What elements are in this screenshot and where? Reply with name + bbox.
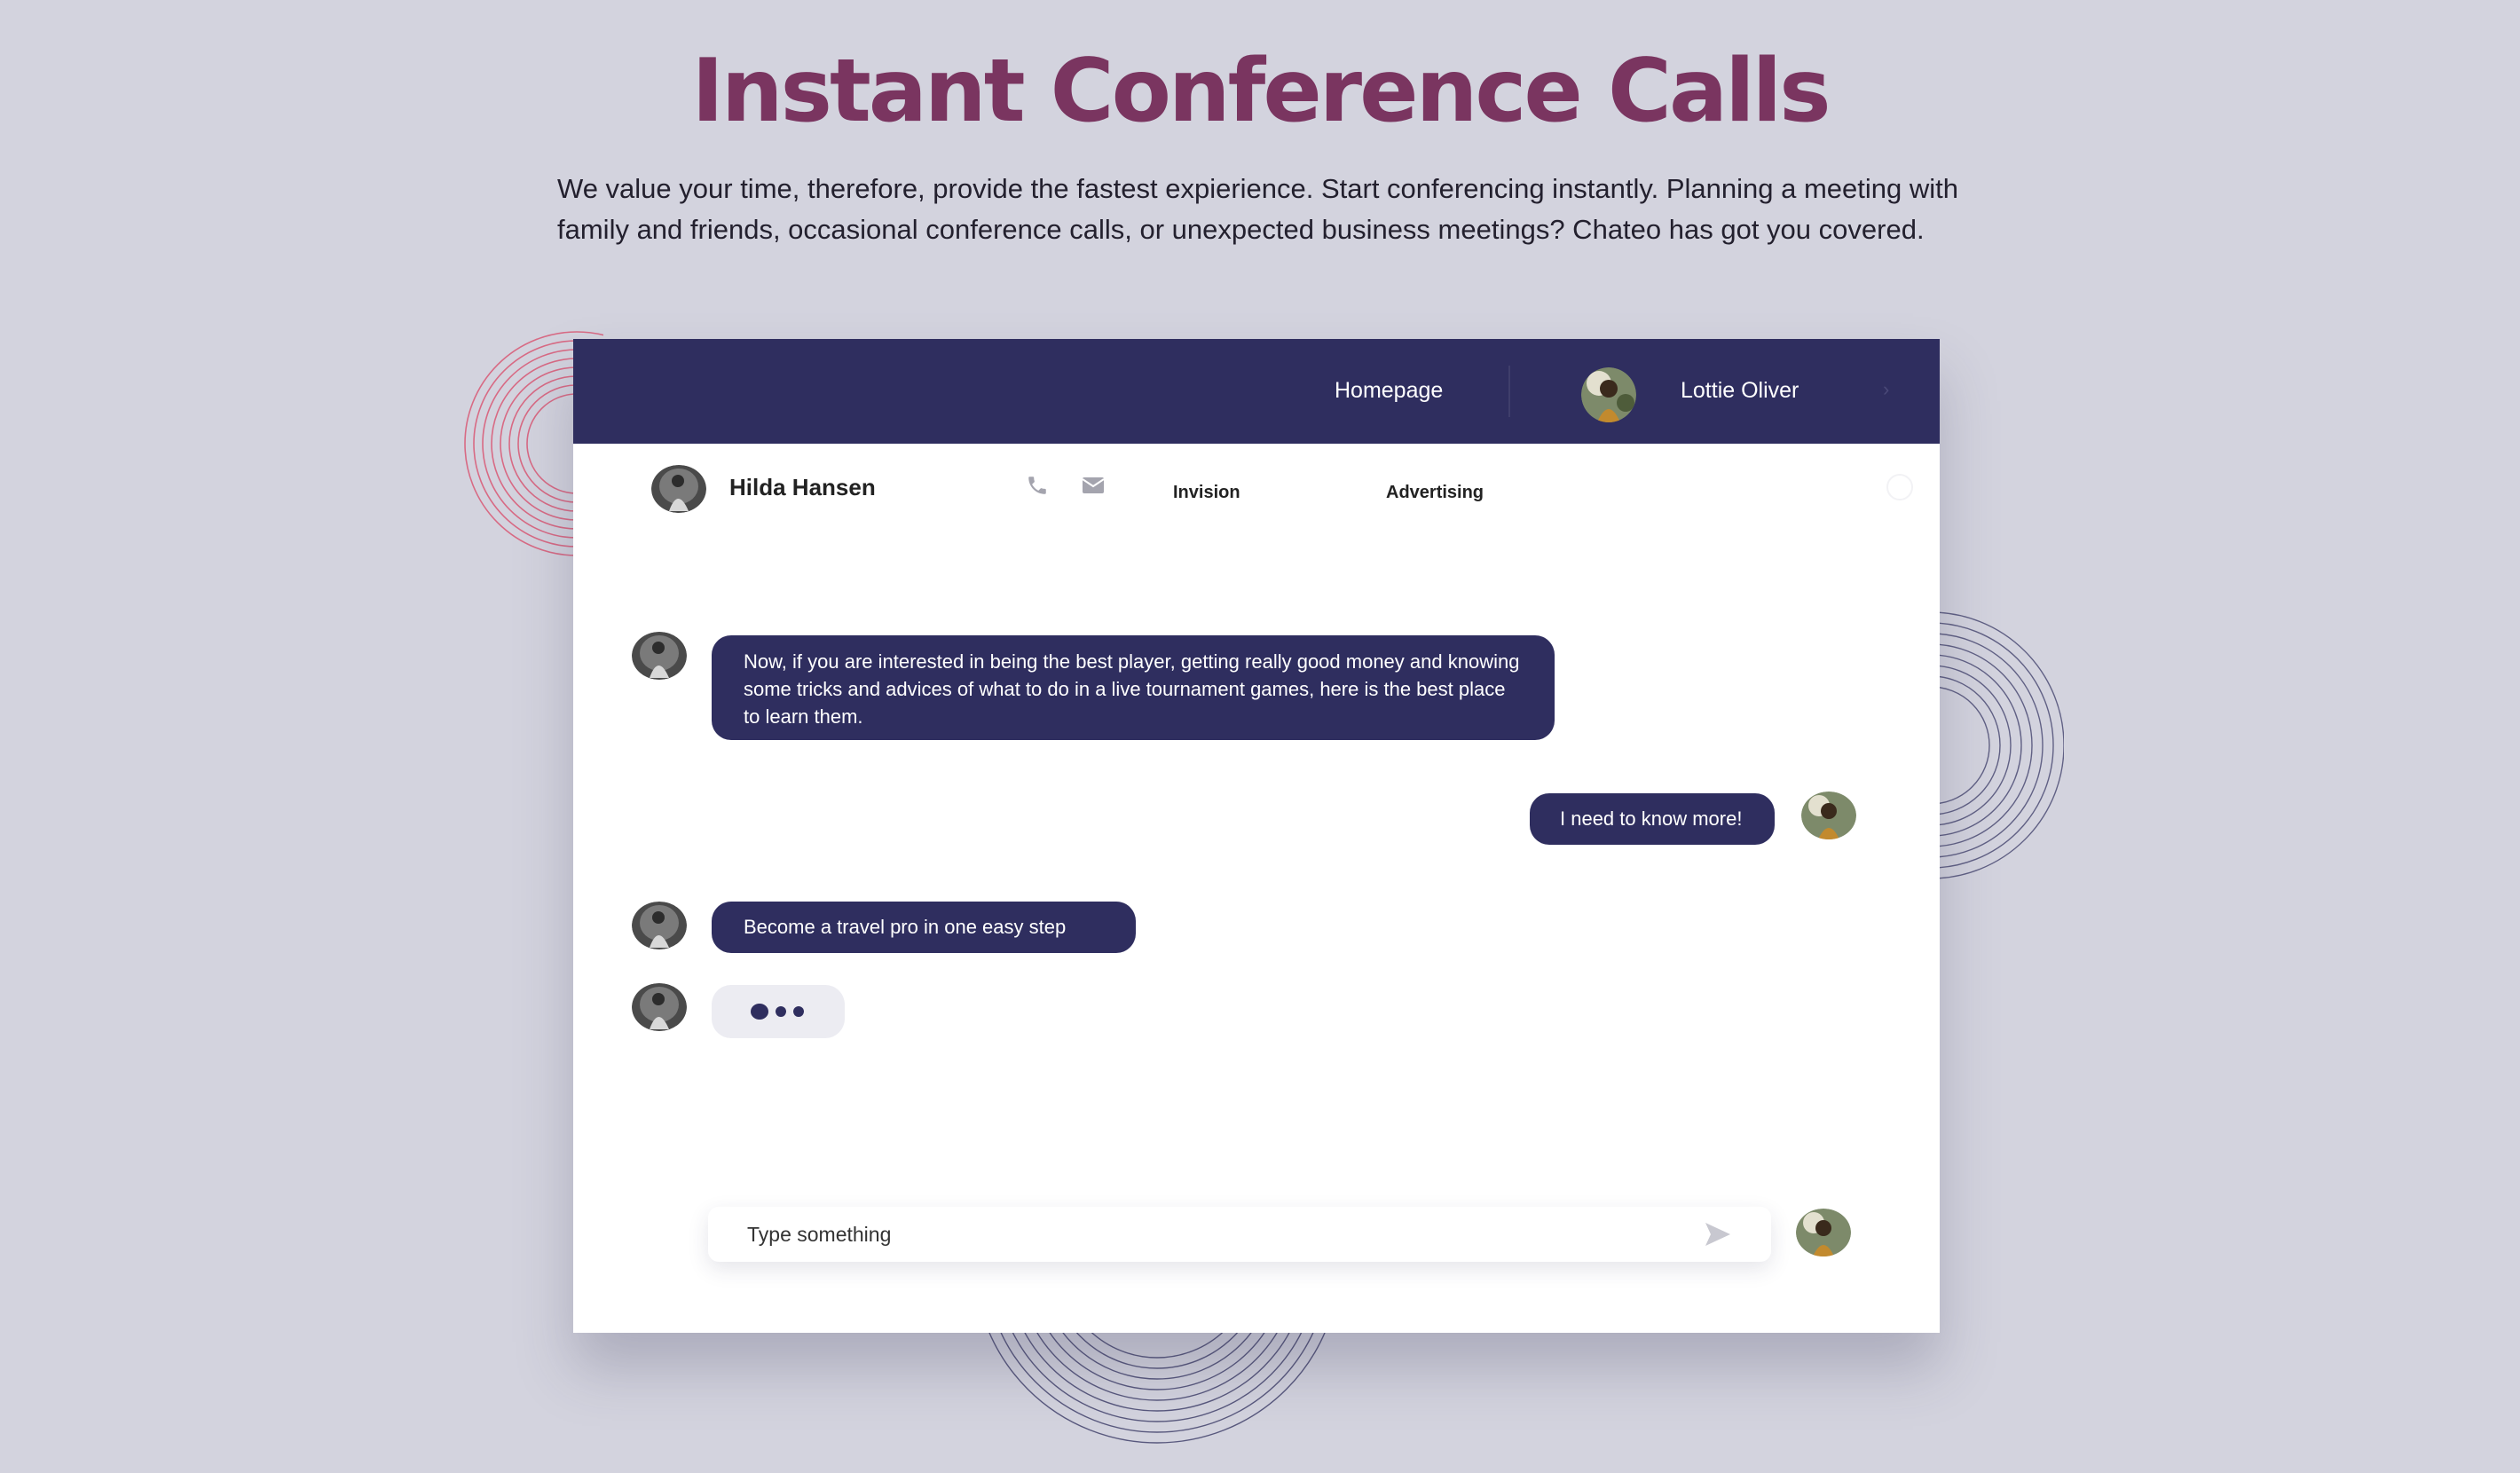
typing-indicator (712, 985, 845, 1038)
typing-dot (751, 1004, 768, 1020)
hero-description: We value your time, therefore, provide t… (557, 173, 1958, 245)
tab-invision[interactable]: Invision (1173, 483, 1240, 503)
message-bubble-incoming: Now, if you are interested in being the … (712, 635, 1555, 740)
contact-avatar (632, 632, 687, 680)
send-icon[interactable] (1704, 1221, 1732, 1248)
contact-avatar[interactable] (651, 465, 706, 513)
contact-avatar (632, 983, 687, 1031)
typing-dot (793, 1006, 804, 1017)
message-input[interactable]: Type something (708, 1207, 1771, 1262)
phone-icon[interactable] (1026, 474, 1049, 497)
decorative-rings-bottom (988, 1331, 1327, 1444)
app-topbar: Homepage Lottie Oliver › (573, 339, 1940, 444)
message-input-placeholder: Type something (747, 1223, 892, 1246)
contact-name: Hilda Hansen (729, 474, 876, 500)
nav-homepage-link[interactable]: Homepage (1335, 378, 1443, 404)
user-avatar[interactable] (1581, 367, 1636, 422)
more-options-icon[interactable] (1886, 474, 1913, 500)
user-avatar (1796, 1209, 1851, 1256)
decorative-rings-right (1940, 611, 2064, 879)
nav-divider (1508, 366, 1510, 417)
mail-icon[interactable] (1081, 476, 1106, 495)
tab-advertising[interactable]: Advertising (1386, 483, 1484, 503)
user-avatar (1801, 792, 1856, 839)
user-name[interactable]: Lottie Oliver (1681, 378, 1799, 404)
chat-app-window: Homepage Lottie Oliver › Hilda Hansen In… (573, 339, 1940, 1333)
chevron-right-icon[interactable]: › (1883, 378, 1889, 401)
contact-avatar (632, 902, 687, 949)
typing-dot (776, 1006, 786, 1017)
message-bubble-incoming: Become a travel pro in one easy step (712, 902, 1136, 953)
page-title: Instant Conference Calls (691, 41, 1831, 142)
message-bubble-outgoing: I need to know more! (1530, 793, 1775, 845)
